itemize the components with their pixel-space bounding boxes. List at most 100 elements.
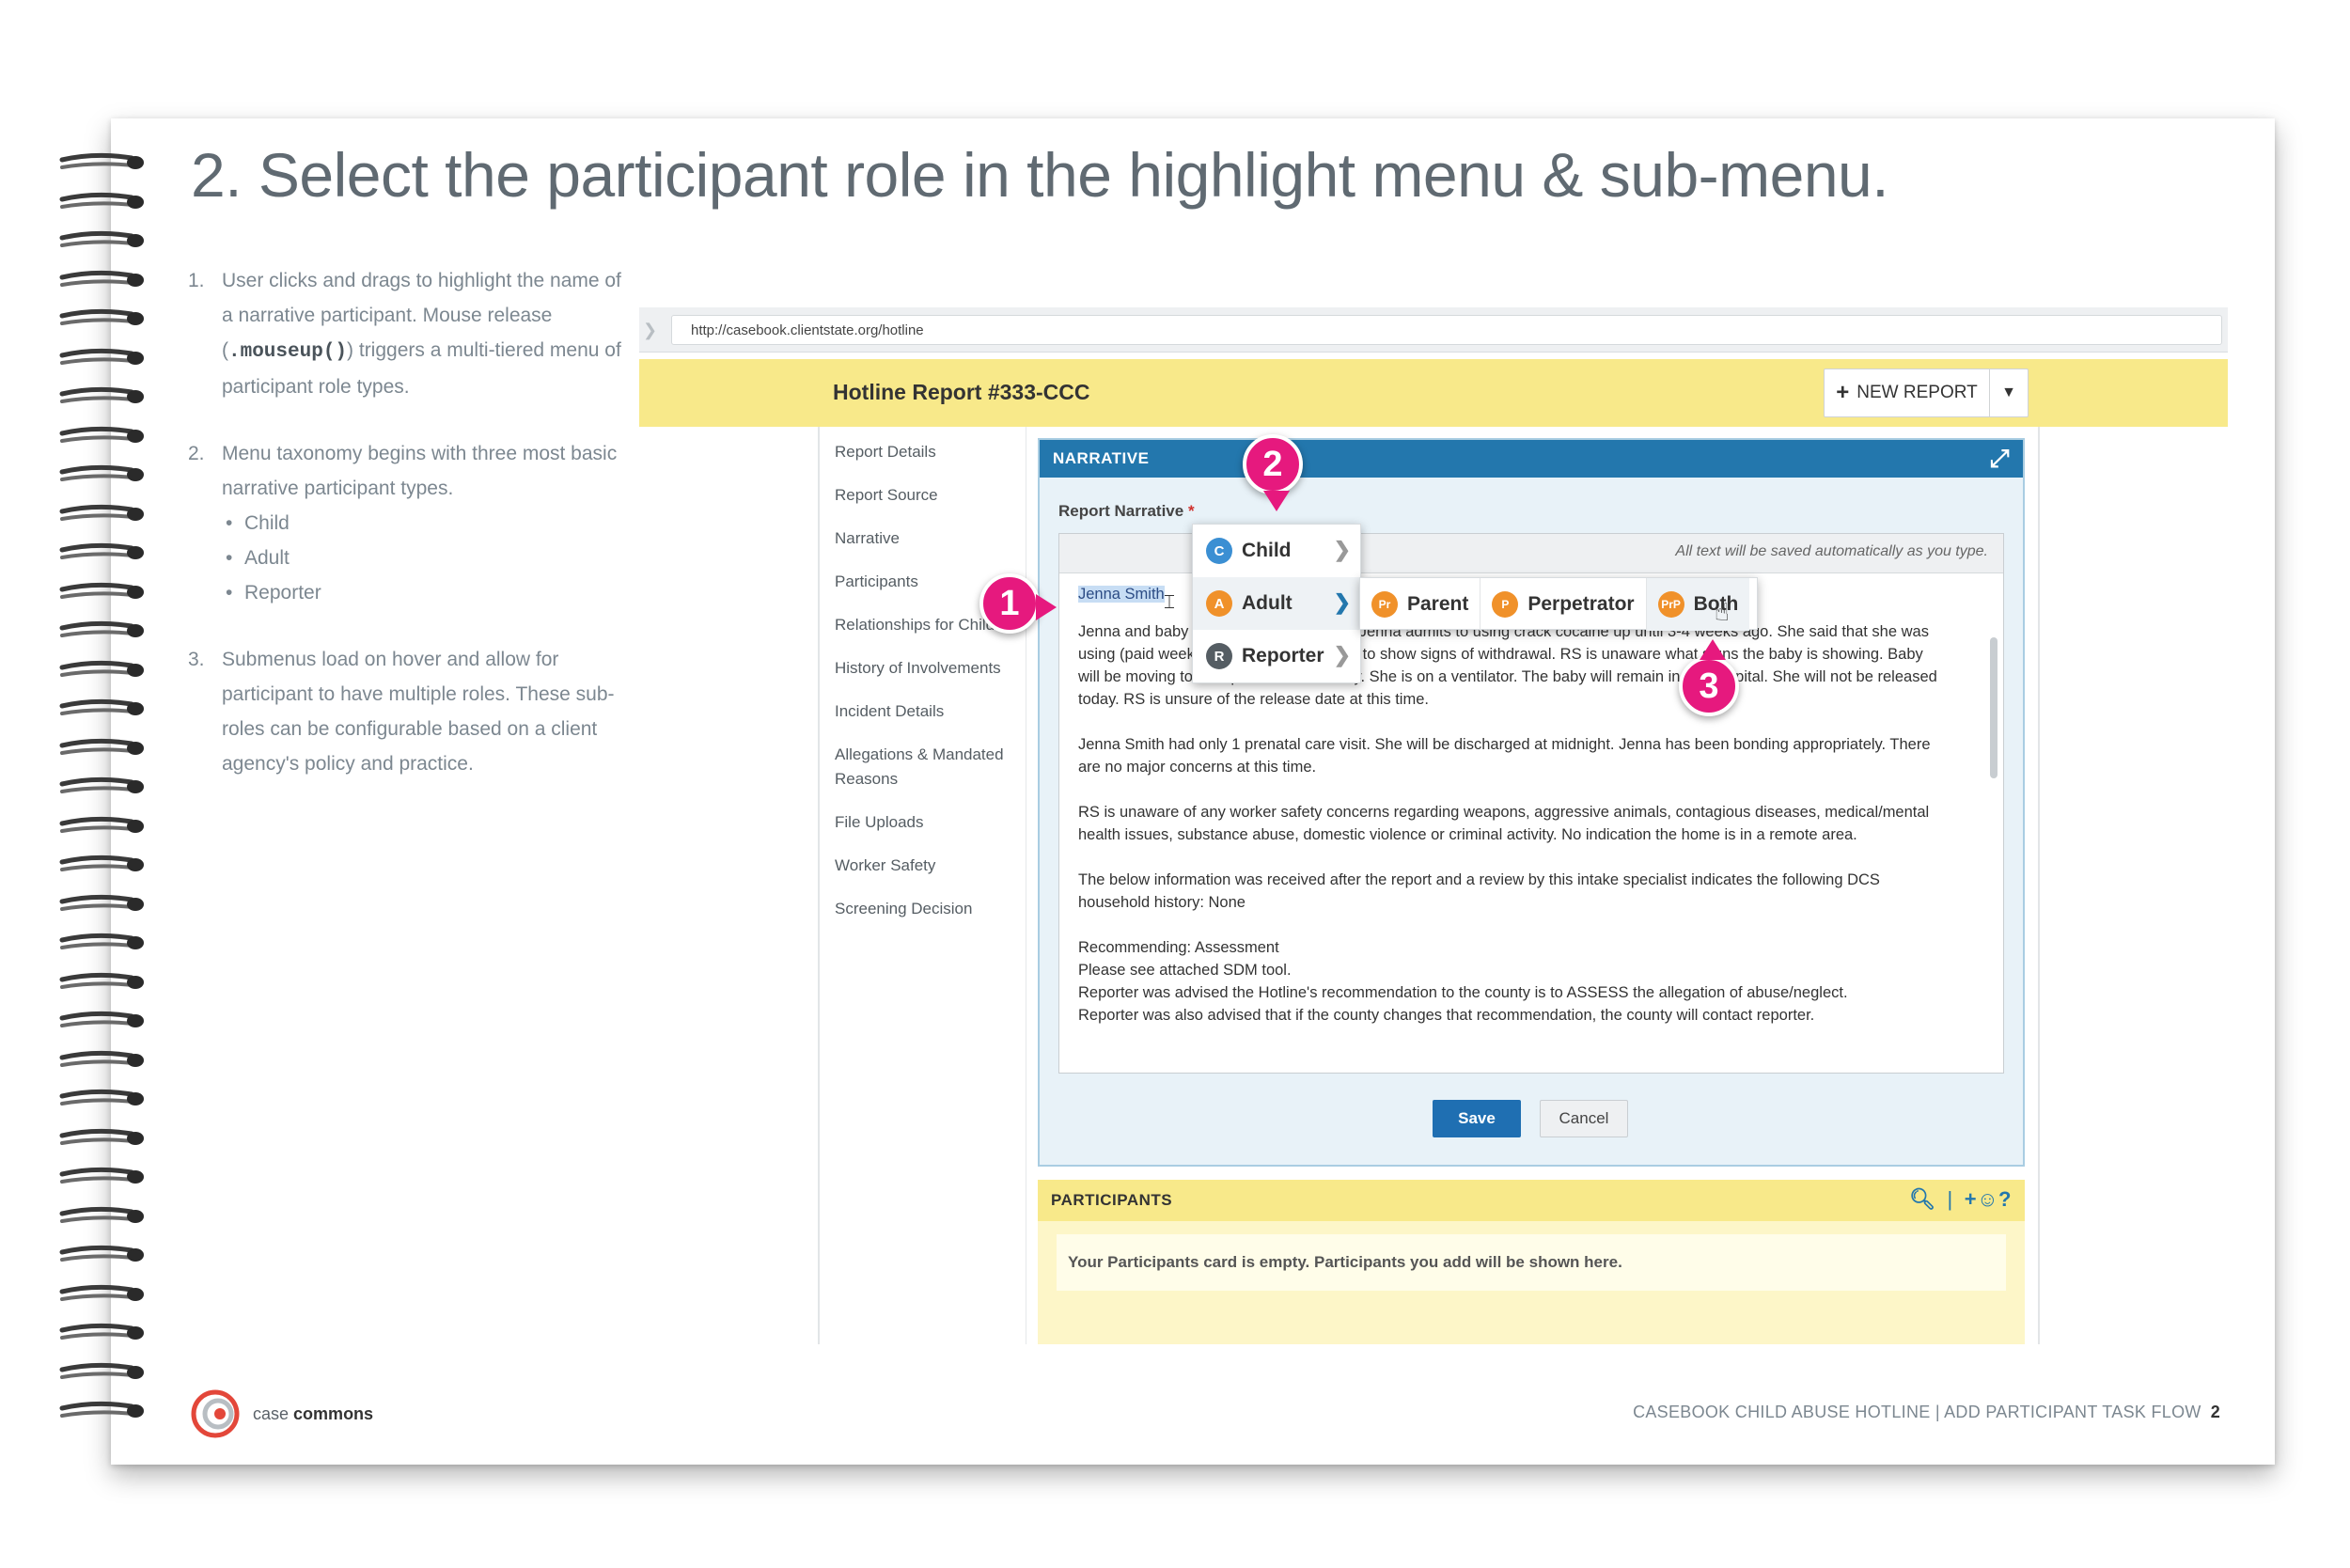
spiral-coil (59, 426, 144, 443)
perpetrator-badge-icon: P (1492, 591, 1519, 618)
spiral-coil (59, 776, 144, 793)
narrative-line: Reporter was also advised that if the co… (1078, 1007, 1815, 1024)
spiral-coil (59, 1362, 144, 1379)
new-report-button-group: + NEW REPORT ▼ (1824, 368, 2029, 417)
step-2: 2. Menu taxonomy begins with three most … (188, 436, 630, 610)
nav-file-uploads[interactable]: File Uploads (835, 810, 1023, 835)
spiral-coil (59, 582, 144, 599)
spiral-coil (59, 152, 144, 169)
spiral-coil (59, 1323, 144, 1340)
menu-item-reporter[interactable]: R Reporter ❯ (1193, 630, 1360, 682)
page-number: 2 (2210, 1403, 2220, 1421)
adult-badge-icon: A (1206, 590, 1232, 617)
nav-narrative[interactable]: Narrative (835, 526, 1023, 551)
participant-type-menu: C Child ❯ A Adult ❯ R Reporter ❯ (1192, 524, 1361, 683)
callout-3: 3 (1679, 639, 1739, 716)
save-button[interactable]: Save (1433, 1100, 1521, 1137)
report-narrative-label: Report Narrative * (1058, 502, 1195, 520)
narrative-line: Reporter was advised the Hotline's recom… (1078, 984, 1848, 1001)
cancel-button[interactable]: Cancel (1540, 1100, 1628, 1137)
new-report-button[interactable]: + NEW REPORT (1825, 369, 1990, 416)
participants-card-header: PARTICIPANTS 🔍︎ | +☺︎? (1038, 1180, 2025, 1221)
nav-screening-decision[interactable]: Screening Decision (835, 897, 1023, 921)
expand-icon[interactable]: ⤢ (1990, 446, 2010, 470)
menu-item-child[interactable]: C Child ❯ (1193, 525, 1360, 577)
narrative-card: NARRATIVE ⤢ Report Narrative * All text … (1038, 438, 2025, 1167)
nav-allegations[interactable]: Allegations & Mandated Reasons (835, 743, 1023, 792)
reporter-badge-icon: R (1206, 643, 1232, 669)
narrative-paragraph: Jenna Smith had only 1 prenatal care vis… (1078, 736, 1931, 776)
parent-badge-icon: Pr (1371, 591, 1398, 618)
mouseup-code: .mouseup() (228, 341, 348, 363)
spiral-coil (59, 1128, 144, 1145)
spiral-coil (59, 894, 144, 911)
spiral-coil (59, 660, 144, 677)
submenu-item-parent[interactable]: Pr Parent (1360, 578, 1481, 631)
callout-1: 1 (979, 573, 1057, 634)
bullet-adult: Adult (222, 541, 630, 575)
nav-history[interactable]: History of Involvements (835, 656, 1023, 681)
spiral-coil (59, 1401, 144, 1418)
spiral-coil (59, 1245, 144, 1262)
step-list: 1. User clicks and drags to highlight th… (188, 263, 630, 813)
spiral-binding (58, 150, 152, 1438)
participant-type-list: Child Adult Reporter (222, 506, 630, 610)
main-content: Report Details Report Source Narrative P… (818, 427, 2040, 1344)
nav-incident-details[interactable]: Incident Details (835, 699, 1023, 724)
add-person-icon[interactable]: +☺︎? (1965, 1187, 2012, 1212)
spiral-coil (59, 738, 144, 755)
bullet-child: Child (222, 506, 630, 541)
chevron-right-icon: ❯ (1333, 590, 1351, 614)
participant-actions: 🔍︎ | +☺︎? (1909, 1187, 2012, 1212)
narrative-paragraph: RS is unaware of any worker safety conce… (1078, 804, 1930, 843)
spiral-coil (59, 270, 144, 287)
highlighted-participant-name[interactable]: Jenna Smith (1078, 586, 1165, 603)
case-commons-logo: case commons (191, 1389, 373, 1438)
slide-title: 2. Select the participant role in the hi… (191, 140, 1889, 210)
spiral-coil (59, 386, 144, 403)
textarea-scrollbar[interactable] (1990, 637, 1998, 778)
bullet-reporter: Reporter (222, 575, 630, 610)
spiral-coil (59, 620, 144, 637)
spiral-coil (59, 816, 144, 833)
back-arrow-icon[interactable]: ❯ (643, 321, 657, 340)
spiral-coil (59, 464, 144, 481)
spiral-coil (59, 192, 144, 209)
slide-page: 2. Select the participant role in the hi… (0, 0, 2350, 1568)
step-1: 1. User clicks and drags to highlight th… (188, 270, 621, 398)
narrative-card-header: NARRATIVE ⤢ (1040, 440, 2023, 478)
spiral-coil (59, 972, 144, 989)
spiral-coil (59, 1089, 144, 1105)
nav-worker-safety[interactable]: Worker Safety (835, 854, 1023, 878)
search-person-icon[interactable]: 🔍︎ (1909, 1187, 1935, 1212)
spiral-coil (59, 348, 144, 365)
report-title: Hotline Report #333-CCC (833, 380, 1090, 404)
required-mark: * (1187, 502, 1195, 520)
chevron-right-icon: ❯ (1333, 538, 1351, 561)
narrative-line: Please see attached SDM tool. (1078, 962, 1292, 979)
nav-report-source[interactable]: Report Source (835, 483, 1023, 508)
caret-down-icon[interactable]: ▼ (1990, 369, 2028, 416)
submenu-item-perpetrator[interactable]: P Perpetrator (1480, 578, 1647, 631)
spiral-coil (59, 855, 144, 871)
nav-report-details[interactable]: Report Details (835, 440, 1023, 464)
url-field[interactable]: http://casebook.clientstate.org/hotline (671, 315, 2222, 345)
menu-item-adult[interactable]: A Adult ❯ (1193, 577, 1360, 630)
spiral-coil (59, 1206, 144, 1223)
submenu-item-both[interactable]: PrP Both (1646, 578, 1750, 631)
spiral-coil (59, 1011, 144, 1027)
spiral-coil (59, 698, 144, 715)
report-header-bar: Hotline Report #333-CCC + NEW REPORT ▼ (639, 359, 2228, 427)
footer-caption: CASEBOOK CHILD ABUSE HOTLINE | ADD PARTI… (1633, 1403, 2220, 1421)
participants-empty-message: Your Participants card is empty. Partici… (1057, 1234, 2006, 1291)
both-badge-icon: PrP (1657, 591, 1684, 618)
app-screenshot: ❯ http://casebook.clientstate.org/hotlin… (639, 235, 2228, 1344)
adult-sub-menu: Pr Parent P Perpetrator PrP Both (1359, 577, 1758, 631)
narrative-line: Recommending: Assessment (1078, 939, 1279, 956)
spiral-coil (59, 308, 144, 325)
divider: | (1947, 1187, 1953, 1211)
step-3: 3. Submenus load on hover and allow for … (188, 649, 615, 775)
case-commons-logo-icon (191, 1389, 240, 1438)
spiral-coil (59, 542, 144, 559)
spiral-coil (59, 504, 144, 521)
